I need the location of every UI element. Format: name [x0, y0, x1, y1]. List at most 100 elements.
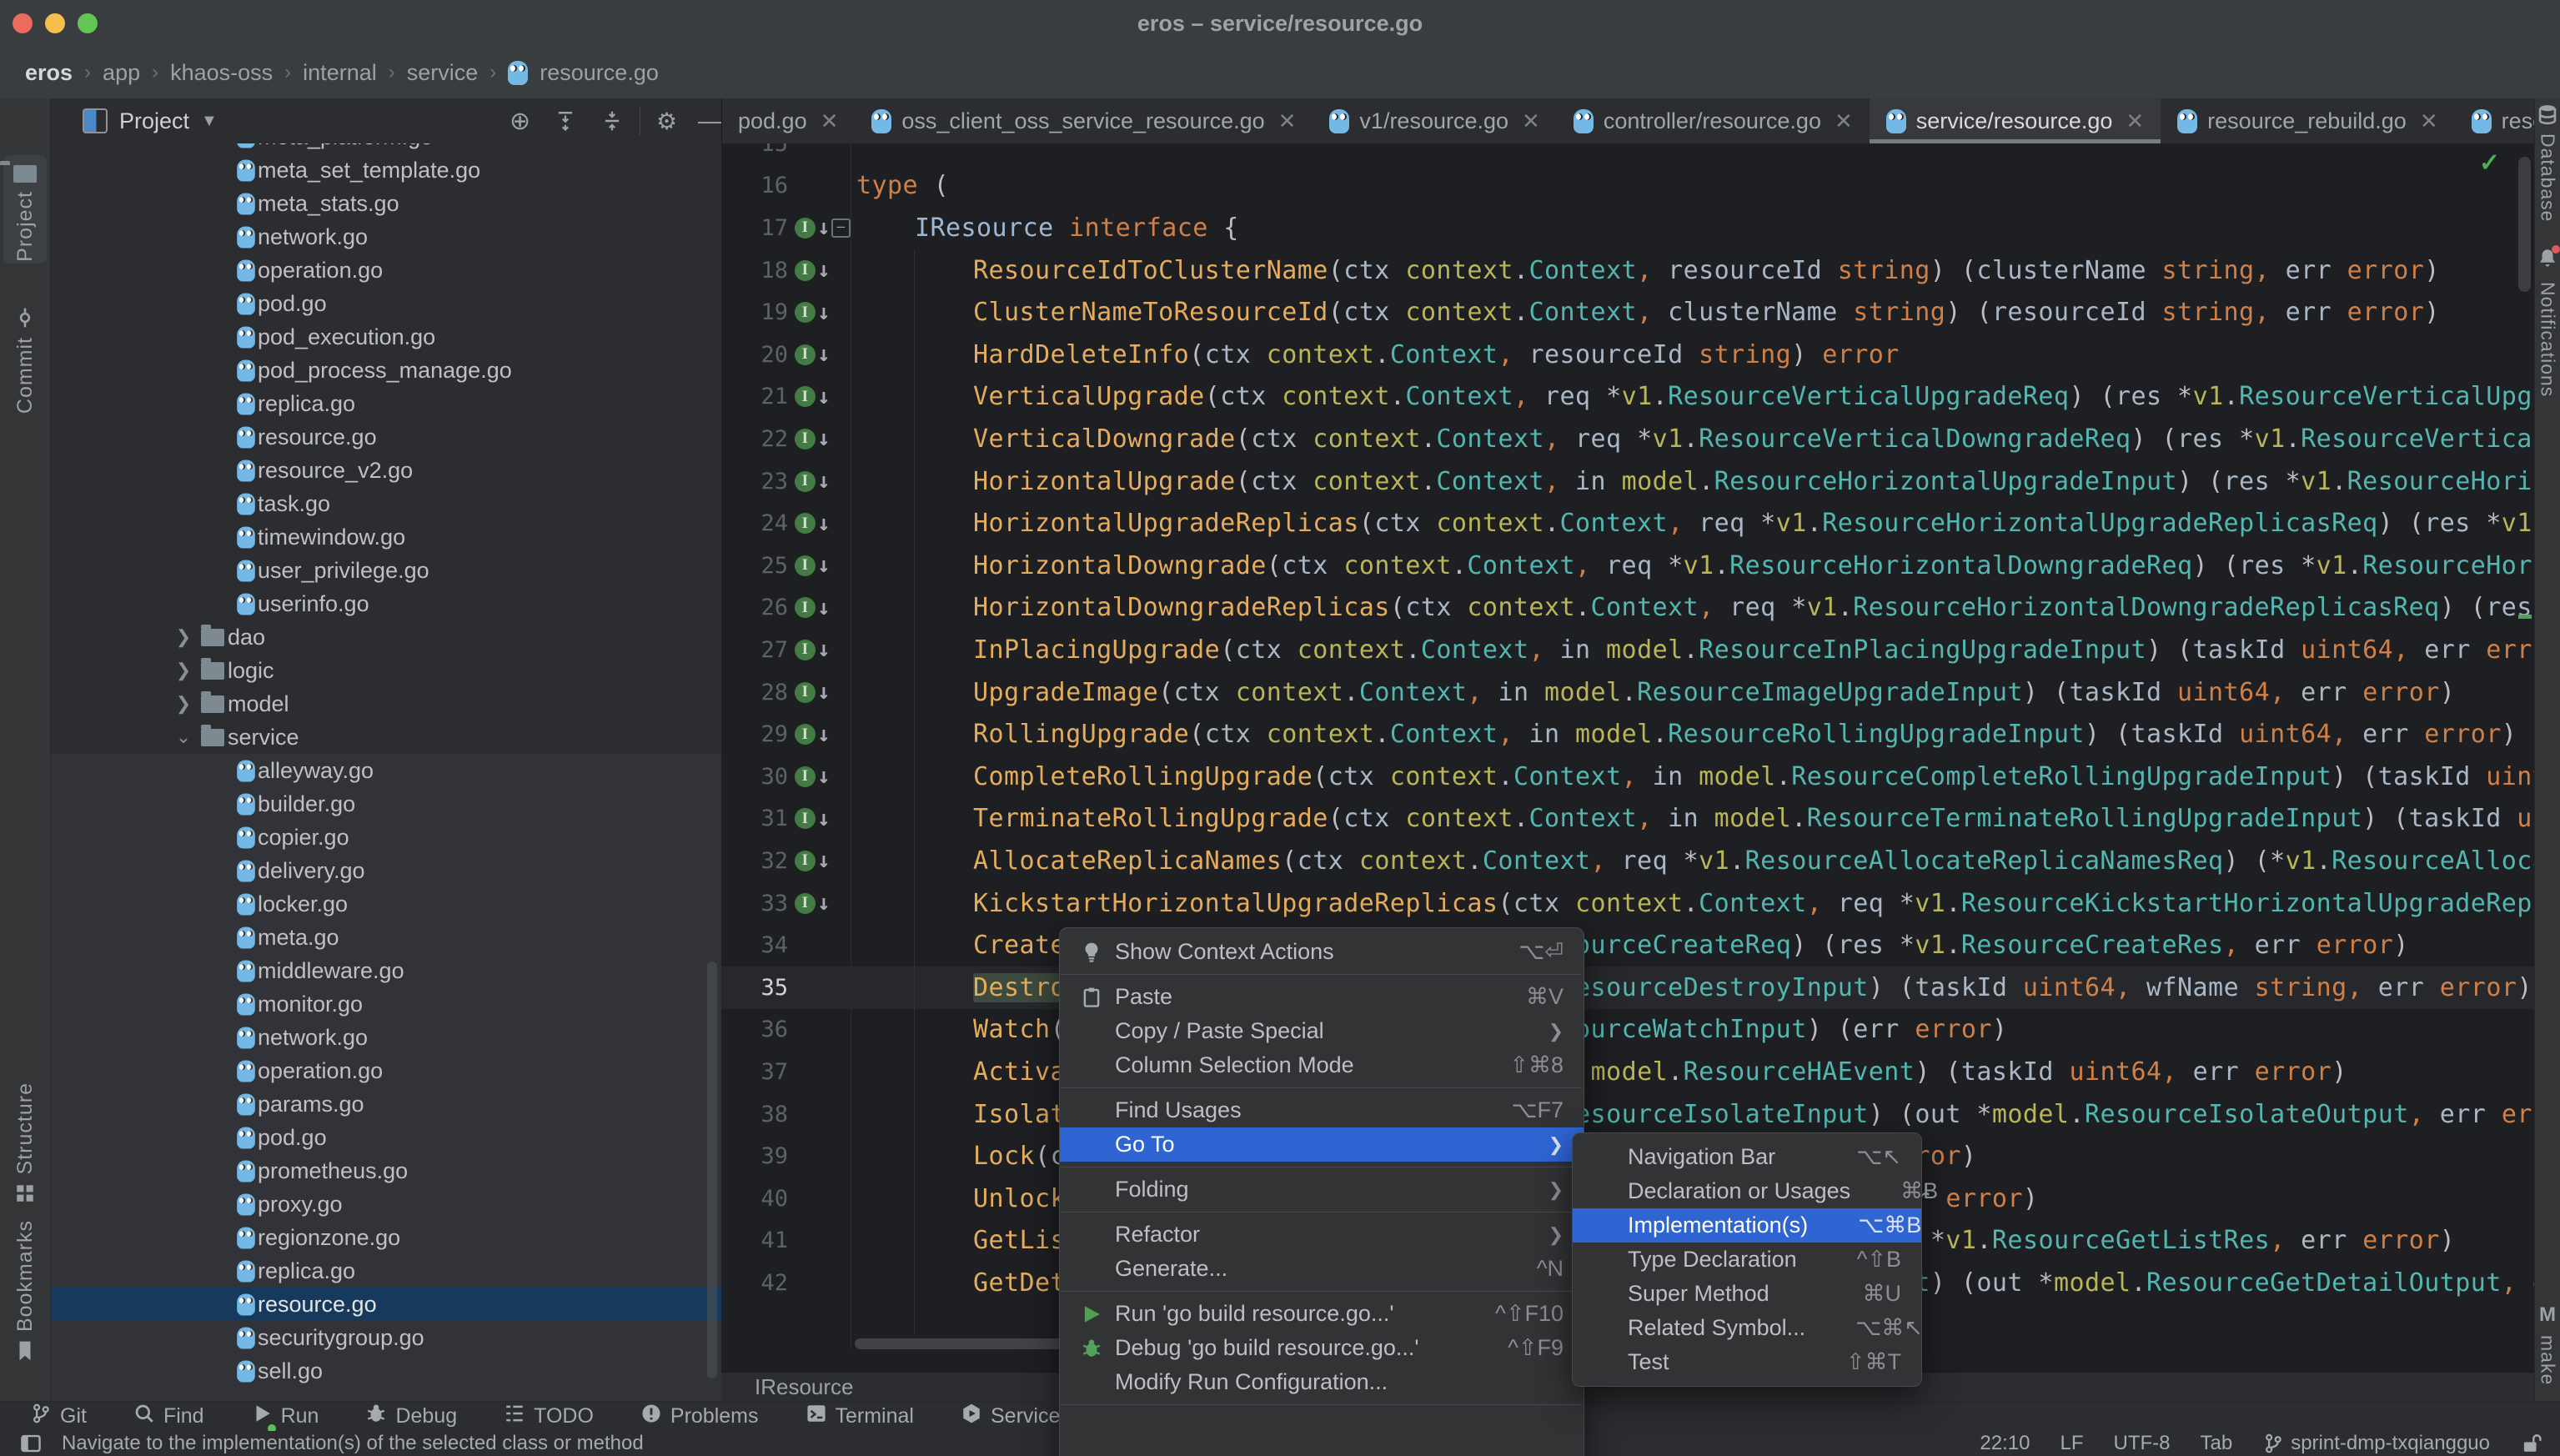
breadcrumb-item[interactable]: eros: [25, 60, 73, 86]
tree-chevron-icon[interactable]: ❯: [173, 626, 194, 648]
line-separator[interactable]: LF: [2060, 1432, 2083, 1455]
tab-close-icon[interactable]: ✕: [821, 108, 839, 134]
tree-item[interactable]: timewindow.go: [51, 520, 721, 554]
editor-breadcrumb[interactable]: IResource: [755, 1374, 854, 1400]
implemented-marker-icon[interactable]: I↓: [795, 384, 831, 409]
tab-close-icon[interactable]: ✕: [1835, 108, 1853, 134]
submenu-item-type-declaration[interactable]: Type Declaration^⇧B: [1573, 1243, 1921, 1277]
implemented-marker-icon[interactable]: I↓: [795, 258, 831, 283]
tree-item[interactable]: resource.go: [51, 420, 721, 454]
tree-item[interactable]: ❯model: [51, 687, 721, 720]
locate-file-button[interactable]: ⊕: [509, 98, 530, 143]
sidebar-item-commit[interactable]: Commit: [0, 307, 50, 414]
tree-item[interactable]: network.go: [51, 1021, 721, 1054]
editor-tab-active[interactable]: service/resource.go✕: [1870, 98, 2161, 143]
file-encoding[interactable]: UTF-8: [2114, 1432, 2171, 1455]
caret-position[interactable]: 22:10: [1980, 1432, 2030, 1455]
chevron-down-icon[interactable]: ▼: [201, 112, 218, 131]
menu-item-refactor[interactable]: Refactor❯: [1060, 1218, 1584, 1252]
tree-item[interactable]: pod.go: [51, 1121, 721, 1154]
tree-chevron-icon[interactable]: ❯: [173, 693, 194, 715]
tool-window-button-git[interactable]: Git: [30, 1403, 87, 1430]
tree-item[interactable]: meta_stats.go: [51, 187, 721, 220]
inspections-ok-icon[interactable]: ✓: [2479, 148, 2500, 178]
implemented-marker-icon[interactable]: I↓: [795, 300, 831, 325]
submenu-item-super-method[interactable]: Super Method⌘U: [1573, 1277, 1921, 1311]
tree-item[interactable]: monitor.go: [51, 987, 721, 1021]
menu-item-folding[interactable]: Folding❯: [1060, 1172, 1584, 1207]
editor-tab[interactable]: oss_client_oss_service_resource.go✕: [855, 98, 1313, 143]
sidebar-item-make[interactable]: M make: [2535, 1303, 2560, 1385]
menu-item-go-to[interactable]: Go To❯: [1060, 1127, 1584, 1162]
tab-close-icon[interactable]: ✕: [2126, 108, 2144, 134]
tree-item[interactable]: locker.go: [51, 887, 721, 921]
tree-scrollbar[interactable]: [707, 961, 717, 1378]
tab-close-icon[interactable]: ✕: [2420, 108, 2438, 134]
implemented-marker-icon[interactable]: I↓: [795, 426, 831, 451]
menu-item-copy-paste-special[interactable]: Copy / Paste Special❯: [1060, 1014, 1584, 1048]
tree-item[interactable]: middleware.go: [51, 954, 721, 987]
tool-window-button-problems[interactable]: Problems: [640, 1403, 759, 1430]
breadcrumb-item[interactable]: app: [103, 60, 140, 86]
editor-vertical-scrollbar[interactable]: [2518, 157, 2531, 292]
tree-item[interactable]: meta_set_template.go: [51, 153, 721, 187]
implemented-marker-icon[interactable]: I↓: [795, 848, 831, 873]
tree-item[interactable]: ❯logic: [51, 654, 721, 687]
menu-item-run-go-build-resource-go[interactable]: Run 'go build resource.go...'^⇧F10: [1060, 1297, 1584, 1331]
menu-item-find-usages[interactable]: Find Usages⌥F7: [1060, 1093, 1584, 1127]
tool-window-button-run[interactable]: Run: [251, 1403, 319, 1430]
tree-chevron-icon[interactable]: ⌄: [173, 726, 194, 748]
layout-toggle-icon[interactable]: [20, 1433, 42, 1454]
breadcrumb-item[interactable]: resource.go: [540, 60, 659, 86]
indent-style[interactable]: Tab: [2201, 1432, 2233, 1455]
breadcrumb-item[interactable]: khaos-oss: [170, 60, 273, 86]
sidebar-item-notifications[interactable]: Notifications: [2535, 247, 2560, 397]
project-panel-title[interactable]: Project: [119, 108, 189, 134]
tree-item[interactable]: pod_process_manage.go: [51, 354, 721, 387]
submenu-item-related-symbol[interactable]: Related Symbol...⌥⌘↖: [1573, 1311, 1921, 1345]
breadcrumb-item[interactable]: internal: [303, 60, 377, 86]
implemented-marker-icon[interactable]: I↓: [795, 764, 831, 789]
menu-item-modify-run-configuration[interactable]: Modify Run Configuration...: [1060, 1365, 1584, 1399]
tree-item[interactable]: proxy.go: [51, 1187, 721, 1221]
tree-item[interactable]: operation.go: [51, 1054, 721, 1087]
implemented-marker-icon[interactable]: I↓: [795, 680, 831, 705]
tool-window-button-services[interactable]: Services: [961, 1403, 1071, 1430]
unlocked-icon[interactable]: [2520, 1433, 2542, 1454]
implemented-marker-icon[interactable]: I↓: [795, 891, 831, 916]
tree-item[interactable]: network.go: [51, 220, 721, 254]
tool-window-button-todo[interactable]: TODO: [504, 1403, 594, 1430]
hide-panel-button[interactable]: —: [698, 98, 721, 143]
tool-window-button-debug[interactable]: Debug: [365, 1403, 457, 1430]
collapse-all-button[interactable]: [601, 98, 623, 143]
tree-chevron-icon[interactable]: ❯: [173, 660, 194, 681]
implemented-marker-icon[interactable]: I↓: [795, 342, 831, 367]
settings-gear-icon[interactable]: ⚙: [656, 98, 677, 143]
sidebar-item-bookmarks[interactable]: Bookmarks: [0, 1220, 50, 1362]
menu-item-column-selection-mode[interactable]: Column Selection Mode⇧⌘8: [1060, 1048, 1584, 1082]
menu-item-debug-go-build-resource-go[interactable]: Debug 'go build resource.go...'^⇧F9: [1060, 1331, 1584, 1365]
tree-item[interactable]: replica.go: [51, 1254, 721, 1288]
submenu-item-test[interactable]: Test⇧⌘T: [1573, 1345, 1921, 1379]
tree-item[interactable]: operation.go: [51, 254, 721, 287]
editor-tab[interactable]: v1/resource.go✕: [1313, 98, 1556, 143]
sidebar-item-project[interactable]: Project: [0, 165, 50, 262]
tool-window-button-find[interactable]: Find: [133, 1403, 204, 1430]
tree-item[interactable]: sell.go: [51, 1354, 721, 1388]
expand-all-button[interactable]: [555, 98, 576, 143]
implemented-marker-icon[interactable]: I↓: [795, 215, 831, 240]
tree-item[interactable]: regionzone.go: [51, 1221, 721, 1254]
tree-item[interactable]: builder.go: [51, 787, 721, 821]
tree-item[interactable]: resource_v2.go: [51, 454, 721, 487]
tree-item[interactable]: task.go: [51, 487, 721, 520]
git-branch-widget[interactable]: sprint-dmp-txqiangguo: [2262, 1432, 2490, 1455]
menu-item-paste[interactable]: Paste⌘V: [1060, 980, 1584, 1014]
tree-item[interactable]: params.go: [51, 1087, 721, 1121]
implemented-marker-icon[interactable]: I↓: [795, 595, 831, 620]
tree-item[interactable]: delivery.go: [51, 854, 721, 887]
tree-item[interactable]: pod_execution.go: [51, 320, 721, 354]
implemented-marker-icon[interactable]: I↓: [795, 511, 831, 536]
tree-item[interactable]: ❯dao: [51, 620, 721, 654]
tab-close-icon[interactable]: ✕: [1522, 108, 1540, 134]
breadcrumb-item[interactable]: service: [407, 60, 479, 86]
